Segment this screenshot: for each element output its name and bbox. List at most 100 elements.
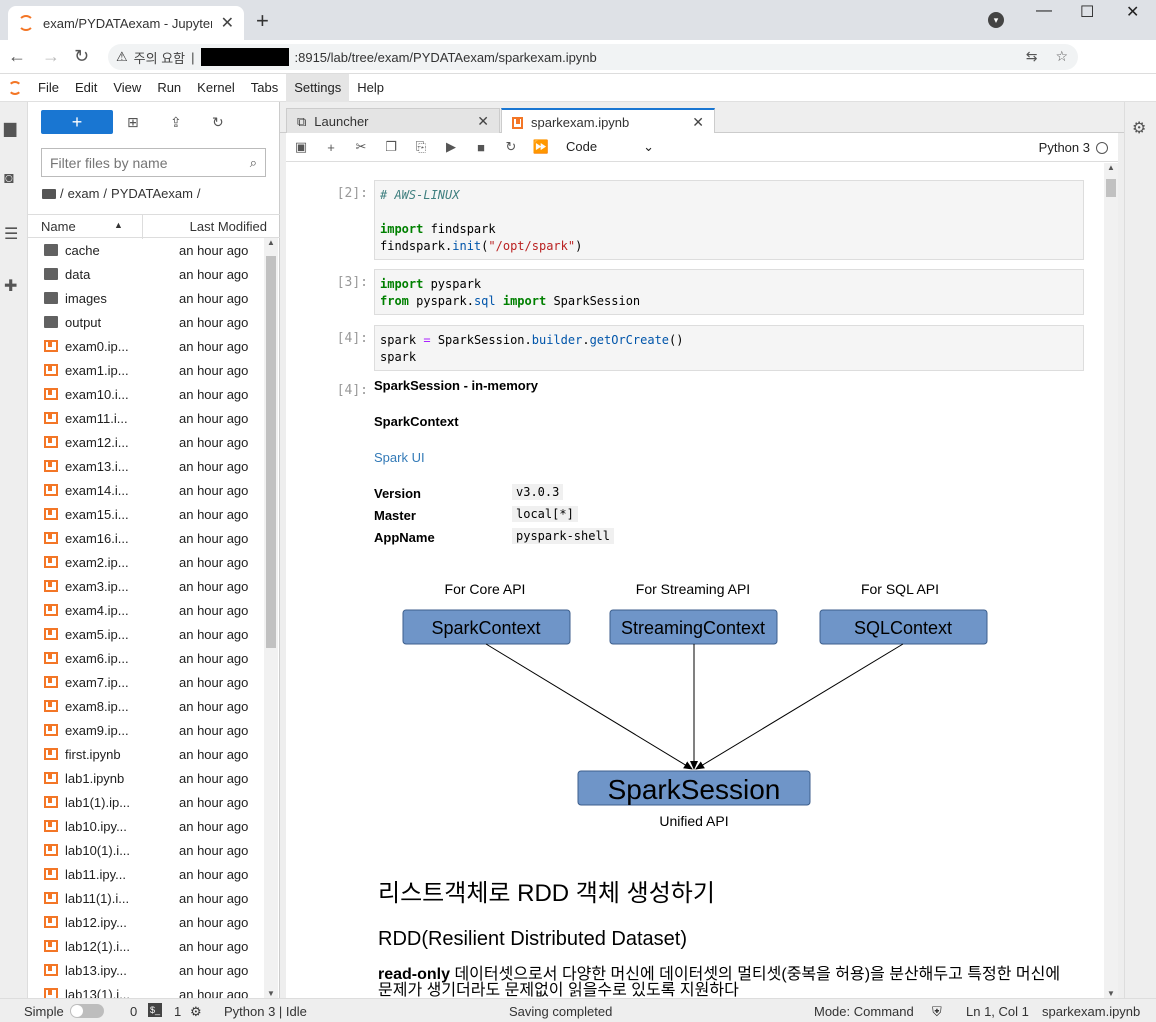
file-list-item[interactable]: exam11.i... an hour ago [28, 406, 264, 430]
insert-cell-icon[interactable]: + [316, 140, 346, 155]
file-list-item[interactable]: exam13.i... an hour ago [28, 454, 264, 478]
file-list-item[interactable]: lab1.ipynb an hour ago [28, 766, 264, 790]
file-list-item[interactable]: lab12.ipy... an hour ago [28, 910, 264, 934]
upload-icon[interactable]: ⇪ [170, 114, 182, 131]
tab-launcher[interactable]: ⧉ Launcher ✕ [286, 108, 500, 134]
kernel-state[interactable]: Python 3 | Idle [224, 1004, 307, 1019]
close-launcher-tab-icon[interactable]: ✕ [477, 113, 489, 130]
maximize-icon[interactable]: ☐ [1080, 2, 1094, 22]
kernel-count[interactable]: 1 [174, 1004, 181, 1019]
file-list-item[interactable]: first.ipynb an hour ago [28, 742, 264, 766]
spark-ui-link[interactable]: Spark UI [374, 450, 425, 465]
file-list-item[interactable]: lab10.ipy... an hour ago [28, 814, 264, 838]
new-launcher-button[interactable]: + [41, 110, 113, 134]
file-filter-field[interactable]: ⌕ [41, 148, 266, 177]
menu-help[interactable]: Help [349, 74, 392, 102]
save-icon[interactable]: ▣ [286, 139, 316, 155]
file-list-item[interactable]: exam7.ip... an hour ago [28, 670, 264, 694]
menu-tabs[interactable]: Tabs [243, 74, 286, 102]
menu-run[interactable]: Run [149, 74, 189, 102]
kernel-status-icon[interactable]: ⚙ [190, 1004, 202, 1020]
command-palette-icon[interactable]: ☰ [4, 224, 18, 244]
file-list-item[interactable]: exam3.ip... an hour ago [28, 574, 264, 598]
tab-notebook[interactable]: sparkexam.ipynb ✕ [501, 108, 715, 135]
breadcrumb-pydataexam[interactable]: PYDATAexam [111, 186, 193, 201]
folder-icon[interactable]: ▆ [4, 118, 16, 138]
bookmark-star-icon[interactable]: ☆ [1055, 48, 1068, 65]
copy-icon[interactable]: ❐ [376, 139, 406, 155]
minimize-icon[interactable]: — [1036, 2, 1052, 20]
property-inspector-gear-icon[interactable]: ⚙ [1132, 118, 1146, 138]
menu-file[interactable]: File [30, 74, 67, 102]
file-filter-input[interactable] [50, 154, 230, 171]
breadcrumb-exam[interactable]: exam [68, 186, 100, 201]
file-list-item[interactable]: exam4.ip... an hour ago [28, 598, 264, 622]
close-notebook-tab-icon[interactable]: ✕ [692, 114, 704, 131]
menu-edit[interactable]: Edit [67, 74, 105, 102]
new-tab-button[interactable]: + [256, 8, 269, 34]
menu-kernel[interactable]: Kernel [189, 74, 243, 102]
file-list-item[interactable]: exam6.ip... an hour ago [28, 646, 264, 670]
code-editor[interactable]: # AWS-LINUX import findspark findspark.i… [374, 180, 1084, 260]
cursor-position[interactable]: Ln 1, Col 1 [966, 1004, 1029, 1019]
file-list-item[interactable]: exam1.ip... an hour ago [28, 358, 264, 382]
file-list-item[interactable]: exam9.ip... an hour ago [28, 718, 264, 742]
file-list-item[interactable]: exam5.ip... an hour ago [28, 622, 264, 646]
code-editor[interactable]: import pyspark from pyspark.sql import S… [374, 269, 1084, 315]
file-list-scrollbar[interactable]: ▲ ▼ [264, 238, 278, 998]
fast-forward-icon[interactable]: ⏩ [526, 139, 556, 155]
menu-settings[interactable]: Settings [286, 73, 350, 102]
column-modified-header[interactable]: Last Modified [190, 219, 267, 234]
translate-icon[interactable]: ⇆ [1026, 48, 1038, 65]
file-list-item[interactable]: exam15.i... an hour ago [28, 502, 264, 526]
new-folder-icon[interactable]: ⊞ [127, 114, 139, 131]
simple-mode-toggle[interactable] [70, 1004, 104, 1018]
file-list-item[interactable]: exam14.i... an hour ago [28, 478, 264, 502]
running-kernels-icon[interactable]: ◙ [4, 170, 14, 188]
folder-home-icon[interactable] [42, 188, 56, 199]
run-icon[interactable]: ▶ [436, 139, 466, 155]
cell-type-select[interactable]: Code ⌄ [566, 139, 654, 155]
close-window-icon[interactable]: ✕ [1126, 2, 1139, 22]
file-list-item[interactable]: cache an hour ago [28, 238, 264, 262]
forward-icon[interactable]: → [42, 46, 60, 67]
url-bar[interactable]: ⚠ 주의 요함 | :8915/lab/tree/exam/PYDATAexam… [108, 44, 1078, 70]
stop-icon[interactable]: ■ [466, 140, 496, 155]
reload-icon[interactable]: ↻ [74, 46, 89, 67]
restart-icon[interactable]: ↻ [496, 139, 526, 155]
cut-icon[interactable]: ✂ [346, 139, 376, 155]
notebook-scrollbar[interactable]: ▲ ▼ [1104, 163, 1118, 998]
file-list-item[interactable]: lab11.ipy... an hour ago [28, 862, 264, 886]
tab-search-icon[interactable]: ▾ [988, 12, 1004, 28]
file-list-item[interactable]: exam12.i... an hour ago [28, 430, 264, 454]
close-tab-icon[interactable]: ✕ [221, 13, 234, 33]
file-list-item[interactable]: images an hour ago [28, 286, 264, 310]
url-text[interactable]: :8915/lab/tree/exam/PYDATAexam/sparkexam… [295, 50, 597, 65]
column-name-header[interactable]: Name [41, 219, 76, 234]
refresh-icon[interactable]: ↻ [212, 114, 224, 131]
kernel-indicator[interactable]: Python 3 [1039, 140, 1108, 155]
file-list-item[interactable]: lab11(1).i... an hour ago [28, 886, 264, 910]
paste-icon[interactable]: ⎘ [406, 139, 436, 155]
terminal-icon[interactable]: $_ [148, 1003, 162, 1017]
file-list-item[interactable]: output an hour ago [28, 310, 264, 334]
file-list-item[interactable]: exam10.i... an hour ago [28, 382, 264, 406]
file-list-item[interactable]: lab1(1).ip... an hour ago [28, 790, 264, 814]
file-list-item[interactable]: exam0.ip... an hour ago [28, 334, 264, 358]
sort-ascending-icon[interactable]: ▲ [114, 220, 123, 230]
breadcrumb-root[interactable]: / [60, 186, 64, 201]
extension-puzzle-icon[interactable]: ✚ [4, 276, 17, 296]
markdown-cell[interactable]: 리스트객체로 RDD 객체 생성하기 RDD(Resilient Distrib… [378, 873, 1068, 998]
file-list-item[interactable]: lab13.ipy... an hour ago [28, 958, 264, 982]
file-list-item[interactable]: lab13(1).i... an hour ago [28, 982, 264, 998]
back-icon[interactable]: ← [8, 46, 26, 67]
menu-view[interactable]: View [105, 74, 149, 102]
file-list-item[interactable]: data an hour ago [28, 262, 264, 286]
terminal-count[interactable]: 0 [130, 1004, 137, 1019]
trusted-shield-icon[interactable]: ⛨ [932, 1004, 942, 1020]
file-list-item[interactable]: exam8.ip... an hour ago [28, 694, 264, 718]
file-list-item[interactable]: exam16.i... an hour ago [28, 526, 264, 550]
file-list-item[interactable]: lab10(1).i... an hour ago [28, 838, 264, 862]
warning-icon[interactable]: ⚠ [116, 49, 128, 65]
browser-tab[interactable]: exam/PYDATAexam - JupyterLab ✕ [8, 6, 244, 40]
